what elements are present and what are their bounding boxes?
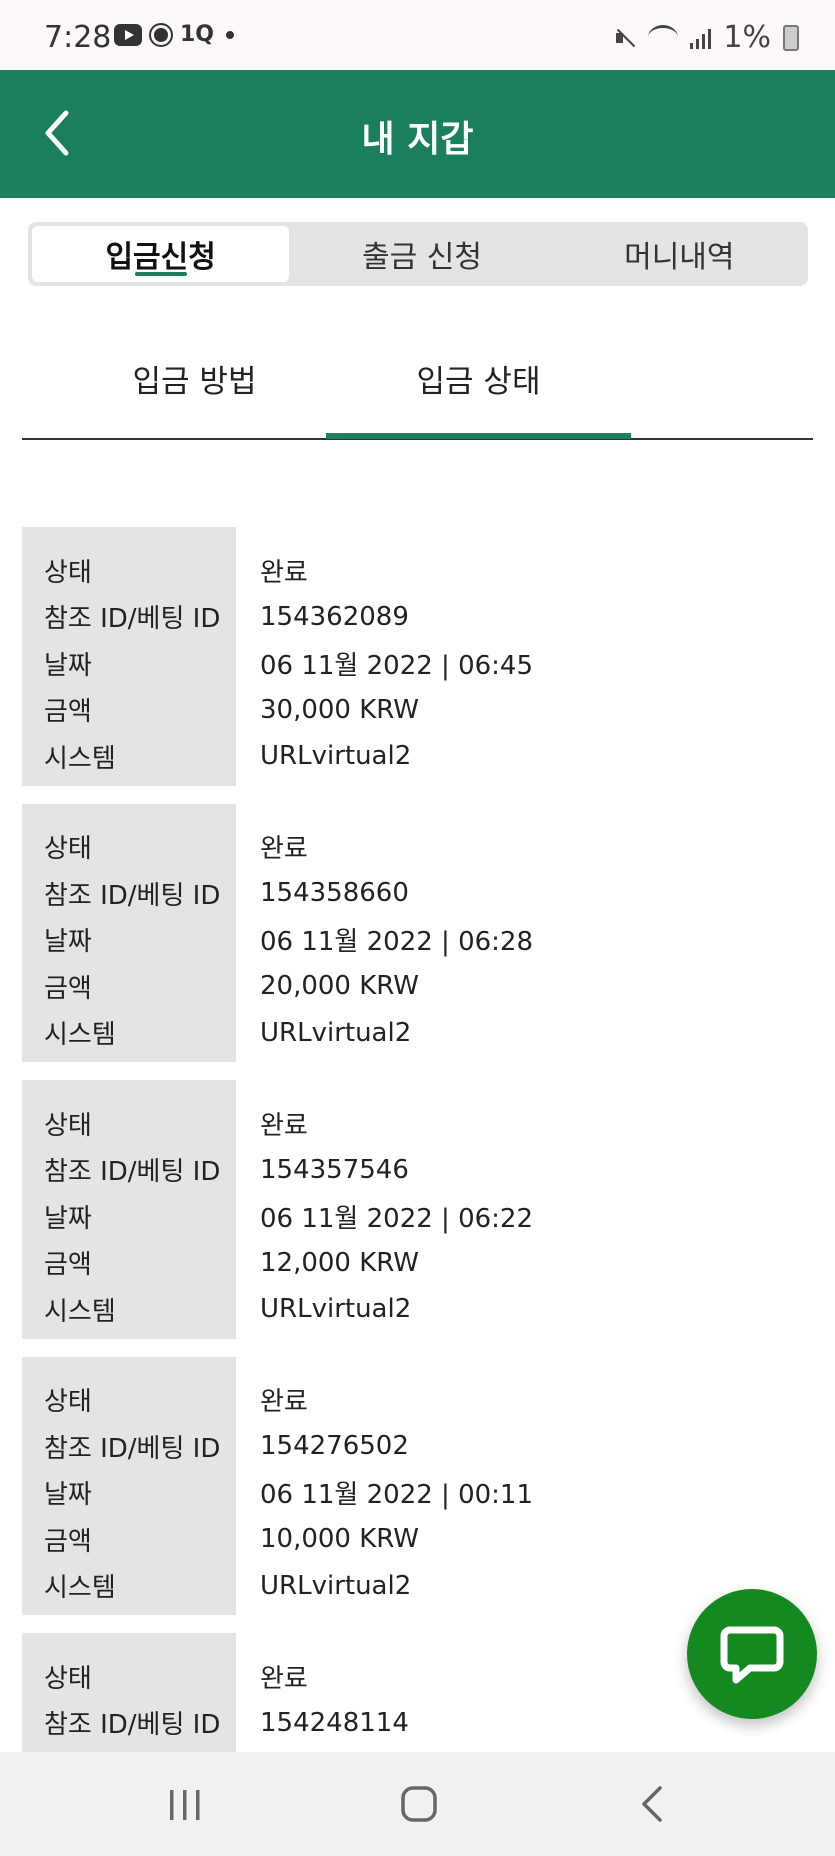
mute-icon <box>614 27 636 49</box>
active-tab-underline <box>134 272 187 276</box>
deposit-records-list: 상태 참조 ID/베팅 ID 날짜 금액 시스템 완료 154362089 06… <box>22 527 813 1770</box>
tab-deposit-request[interactable]: 입금신청 <box>32 226 290 282</box>
tab-label: 입금 상태 <box>416 364 541 400</box>
label-date: 날짜 <box>44 650 92 681</box>
tab-money-history[interactable]: 머니내역 <box>551 222 808 286</box>
home-icon <box>401 1786 437 1822</box>
label-system: 시스템 <box>44 1573 116 1604</box>
value-amount: 10,000 KRW <box>260 1524 420 1555</box>
value-date: 06 11월 2022 | 06:45 <box>260 650 534 681</box>
label-status: 상태 <box>44 834 92 865</box>
app-header: 내 지갑 <box>0 70 835 198</box>
value-status: 완료 <box>260 1387 308 1418</box>
label-amount: 금액 <box>44 973 92 1004</box>
record-labels: 상태 참조 ID/베팅 ID <box>22 1633 236 1752</box>
label-status: 상태 <box>44 1663 92 1694</box>
label-ref-id: 참조 ID/베팅 ID <box>44 604 221 635</box>
value-status: 완료 <box>260 834 308 865</box>
tab-deposit-method[interactable]: 입금 방법 <box>42 356 347 454</box>
deposit-record: 상태 참조 ID/베팅 ID 날짜 금액 시스템 완료 154362089 06… <box>22 527 813 786</box>
brightness-icon <box>154 27 168 42</box>
record-values: 완료 154357546 06 11월 2022 | 06:22 12,000 … <box>236 1080 533 1339</box>
label-system: 시스템 <box>44 743 116 774</box>
label-status: 상태 <box>44 1110 92 1141</box>
value-ref-id: 154276502 <box>260 1431 409 1462</box>
tab-withdraw-request[interactable]: 출금 신청 <box>293 222 550 286</box>
label-amount: 금액 <box>44 1250 92 1281</box>
youtube-icon <box>114 23 142 46</box>
value-system: URLvirtual2 <box>260 1570 412 1601</box>
record-values: 완료 154358660 06 11월 2022 | 06:28 20,000 … <box>236 804 533 1063</box>
tab-deposit-status[interactable]: 입금 상태 <box>326 356 631 454</box>
value-ref-id: 154357546 <box>260 1154 409 1185</box>
recent-apps-icon <box>170 1790 200 1820</box>
value-ref-id: 154362089 <box>260 601 409 632</box>
label-status: 상태 <box>44 557 92 588</box>
deposit-record: 상태 참조 ID/베팅 ID 날짜 금액 시스템 완료 154358660 06… <box>22 803 813 1063</box>
value-status: 완료 <box>260 557 308 588</box>
label-status: 상태 <box>44 1387 92 1418</box>
value-system: URLvirtual2 <box>260 741 412 772</box>
label-date: 날짜 <box>44 1203 92 1234</box>
tab-label: 입금신청 <box>105 240 216 275</box>
value-system: URLvirtual2 <box>260 1017 412 1048</box>
battery-icon <box>783 24 799 51</box>
system-nav-bar <box>0 1752 835 1856</box>
value-amount: 20,000 KRW <box>260 971 420 1002</box>
value-amount: 12,000 KRW <box>260 1247 420 1278</box>
battery-percent: 1% <box>723 20 771 55</box>
recent-apps-button[interactable] <box>155 1782 215 1826</box>
value-ref-id: 154358660 <box>260 878 409 909</box>
sub-tabs: 입금 방법 입금 상태 <box>22 340 813 440</box>
wifi-icon <box>648 25 679 50</box>
value-date: 06 11월 2022 | 00:11 <box>260 1480 534 1511</box>
home-button[interactable] <box>390 1782 450 1826</box>
status-bar: 7:28 1Q 1% <box>0 0 835 70</box>
label-ref-id: 참조 ID/베팅 ID <box>44 1157 221 1188</box>
page-title: 내 지갑 <box>361 119 474 160</box>
value-amount: 30,000 KRW <box>260 694 420 725</box>
value-date: 06 11월 2022 | 06:28 <box>260 927 534 958</box>
active-subtab-indicator <box>326 433 631 439</box>
label-system: 시스템 <box>44 1020 116 1051</box>
record-labels: 상태 참조 ID/베팅 ID 날짜 금액 시스템 <box>22 1080 236 1339</box>
1q-icon: 1Q <box>180 22 215 47</box>
label-ref-id: 참조 ID/베팅 ID <box>44 880 221 911</box>
tab-label: 출금 신청 <box>362 240 482 275</box>
value-ref-id: 154248114 <box>260 1707 409 1738</box>
dot-icon <box>226 30 235 39</box>
record-values: 완료 154248114 <box>236 1633 409 1752</box>
value-date: 06 11월 2022 | 06:22 <box>260 1203 534 1234</box>
chat-button[interactable] <box>687 1589 817 1719</box>
value-status: 완료 <box>260 1110 308 1141</box>
tab-label: 머니내역 <box>624 240 735 275</box>
record-values: 완료 154276502 06 11월 2022 | 00:11 10,000 … <box>236 1357 533 1616</box>
label-amount: 금액 <box>44 697 92 728</box>
record-labels: 상태 참조 ID/베팅 ID 날짜 금액 시스템 <box>22 803 236 1062</box>
label-date: 날짜 <box>44 1480 92 1511</box>
nav-back-button[interactable] <box>620 1782 680 1826</box>
record-labels: 상태 참조 ID/베팅 ID 날짜 금액 시스템 <box>22 527 236 786</box>
tab-label: 입금 방법 <box>132 364 257 400</box>
label-ref-id: 참조 ID/베팅 ID <box>44 1433 221 1464</box>
deposit-record: 상태 참조 ID/베팅 ID 날짜 금액 시스템 완료 154357546 06… <box>22 1080 813 1339</box>
label-system: 시스템 <box>44 1296 116 1327</box>
segment-tabs: 입금신청 출금 신청 머니내역 <box>28 222 808 286</box>
label-date: 날짜 <box>44 927 92 958</box>
back-icon <box>642 1786 662 1822</box>
value-system: URLvirtual2 <box>260 1294 412 1325</box>
deposit-record: 상태 참조 ID/베팅 ID 날짜 금액 시스템 완료 154276502 06… <box>22 1356 813 1616</box>
record-values: 완료 154362089 06 11월 2022 | 06:45 30,000 … <box>236 527 533 786</box>
signal-icon <box>690 27 712 49</box>
chat-bubble-icon <box>720 1626 784 1684</box>
value-status: 완료 <box>260 1663 308 1694</box>
label-ref-id: 참조 ID/베팅 ID <box>44 1710 221 1741</box>
label-amount: 금액 <box>44 1526 92 1557</box>
record-labels: 상태 참조 ID/베팅 ID 날짜 금액 시스템 <box>22 1356 236 1615</box>
status-time: 7:28 <box>44 20 112 55</box>
